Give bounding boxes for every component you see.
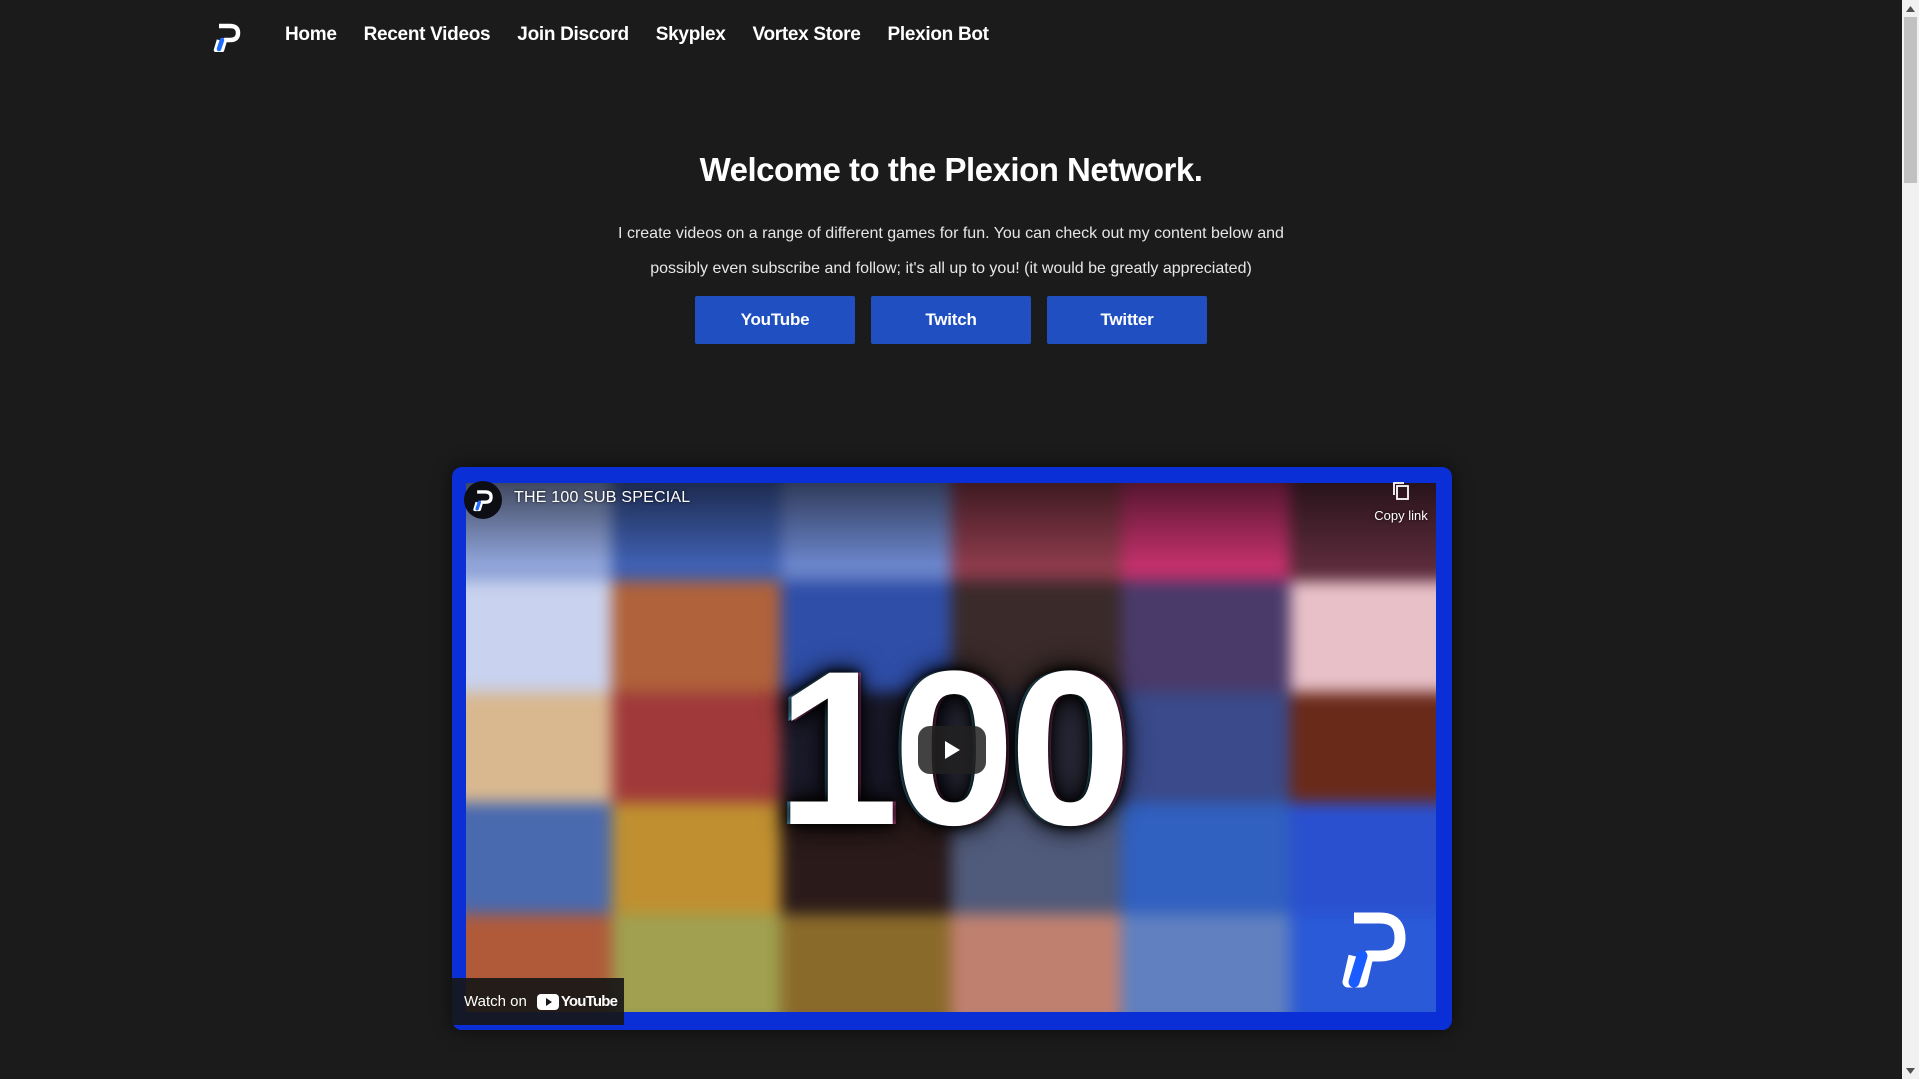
- channel-watermark-icon[interactable]: [1336, 908, 1408, 990]
- nav-join-discord[interactable]: Join Discord: [517, 22, 629, 48]
- copy-icon: [1393, 482, 1409, 500]
- nav-skyplex[interactable]: Skyplex: [656, 22, 726, 48]
- play-button[interactable]: [918, 726, 986, 774]
- watch-on-youtube-button[interactable]: Watch on YouTube: [452, 978, 624, 1025]
- watch-on-label: Watch on: [464, 993, 527, 1010]
- scrollbar-thumb[interactable]: [1904, 17, 1917, 183]
- scroll-down-icon[interactable]: [1902, 1062, 1919, 1079]
- social-buttons: YouTube Twitch Twitter: [0, 296, 1902, 344]
- nav-links: Home Recent Videos Join Discord Skyplex …: [285, 22, 1016, 48]
- nav-vortex-store[interactable]: Vortex Store: [753, 22, 861, 48]
- twitch-button[interactable]: Twitch: [871, 296, 1031, 344]
- page: Home Recent Videos Join Discord Skyplex …: [0, 0, 1919, 1079]
- play-icon: [945, 741, 960, 759]
- youtube-logo: YouTube: [536, 993, 618, 1010]
- youtube-button[interactable]: YouTube: [695, 296, 855, 344]
- navbar: Home Recent Videos Join Discord Skyplex …: [0, 0, 1902, 70]
- hero-description: I create videos on a range of different …: [618, 225, 1284, 277]
- nav-home[interactable]: Home: [285, 22, 337, 48]
- plexion-avatar-icon: [473, 490, 493, 512]
- nav-plexion-bot[interactable]: Plexion Bot: [888, 22, 990, 48]
- plexion-logo-icon[interactable]: [212, 22, 242, 53]
- youtube-wordmark: YouTube: [560, 993, 618, 1010]
- vertical-scrollbar[interactable]: [1902, 0, 1919, 1079]
- twitter-button[interactable]: Twitter: [1047, 296, 1207, 344]
- page-title: Welcome to the Plexion Network.: [699, 151, 1203, 188]
- youtube-play-icon: [536, 993, 559, 1010]
- copy-link-label: Copy link: [1374, 508, 1428, 523]
- video-title[interactable]: THE 100 SUB SPECIAL: [514, 489, 690, 507]
- hero-section: Welcome to the Plexion Network. I create…: [0, 140, 1902, 344]
- scroll-up-icon[interactable]: [1902, 0, 1919, 17]
- copy-link-button[interactable]: Copy link: [1370, 481, 1432, 523]
- nav-recent-videos[interactable]: Recent Videos: [364, 22, 491, 48]
- channel-avatar[interactable]: [464, 481, 502, 519]
